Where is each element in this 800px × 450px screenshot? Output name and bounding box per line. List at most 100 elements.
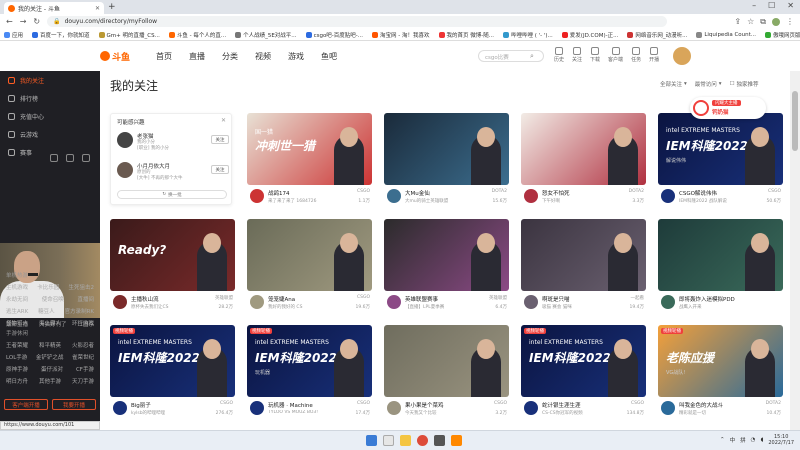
- close-window-icon[interactable]: ✕: [787, 1, 794, 10]
- follow-button[interactable]: 关注: [211, 135, 229, 144]
- nav-item[interactable]: 游戏: [288, 51, 304, 62]
- file-explorer-icon[interactable]: [400, 435, 411, 446]
- close-tab-icon[interactable]: ✕: [95, 5, 100, 12]
- new-tab-icon[interactable]: +: [108, 2, 116, 12]
- sidebar-category-link[interactable]: 和平精英: [39, 341, 61, 349]
- sidebar-item[interactable]: 排行榜: [0, 89, 100, 107]
- stream-card[interactable]: 果小果是个菜鸡 今天我又个比较 CSGO 3.2万: [384, 325, 509, 427]
- ime-mode[interactable]: 拼: [740, 436, 746, 444]
- user-toolbar-item[interactable]: 历史: [554, 47, 564, 63]
- stream-card[interactable]: intel EXTREME MASTERS IEM科隆2022 解说伟伟 CSGO解说…: [658, 113, 783, 215]
- sort-most-visited[interactable]: 最常访问 ▾: [695, 80, 722, 88]
- scrollbar-thumb[interactable]: [792, 91, 798, 151]
- sidebar-category-link[interactable]: 其他手游: [39, 377, 61, 385]
- search-input[interactable]: csgo比赛: [478, 50, 544, 62]
- stream-thumbnail[interactable]: [658, 219, 783, 291]
- user-toolbar-item[interactable]: 客户端: [608, 47, 623, 63]
- start-icon[interactable]: [366, 435, 377, 446]
- bookmark-item[interactable]: 应用: [4, 31, 23, 39]
- stream-thumbnail[interactable]: [384, 325, 509, 397]
- sidebar-category-link[interactable]: 主机游戏: [6, 283, 28, 291]
- live-badge[interactable]: 闪耀大主播 钙奶猫: [690, 97, 766, 119]
- star-icon[interactable]: ☆: [747, 17, 754, 26]
- avatar[interactable]: [387, 189, 401, 203]
- avatar[interactable]: [387, 401, 401, 415]
- tray-up-icon[interactable]: ⌃: [720, 437, 725, 443]
- user-toolbar-item[interactable]: 任务: [631, 47, 641, 63]
- stream-thumbnail[interactable]: 视频轮播 intel EXTREME MASTERS IEM科隆2022 玩机器: [247, 325, 372, 397]
- bookmark-item[interactable]: 哔哩哔哩 ( '- ')...: [503, 31, 553, 39]
- sidebar-category-link[interactable]: 天刀手游: [72, 377, 94, 385]
- menu-icon[interactable]: ⋮: [786, 17, 794, 26]
- avatar[interactable]: [250, 189, 264, 203]
- user-toolbar-item[interactable]: 关注: [572, 47, 582, 63]
- bookmark-item[interactable]: 淘宝网 - 淘！我喜欢: [372, 31, 430, 39]
- recommend-row[interactable]: 老张猫 我的小分 [职业] 我的小分 关注: [117, 130, 229, 152]
- avatar[interactable]: [524, 401, 538, 415]
- douyu-logo[interactable]: 斗鱼: [100, 48, 134, 64]
- search-taskbar-icon[interactable]: [383, 435, 394, 446]
- stream-thumbnail[interactable]: 视频轮播 老陈应援 VG战队!: [658, 325, 783, 397]
- sidebar-more-icon[interactable]: [82, 154, 90, 162]
- stream-thumbnail[interactable]: Ready?: [110, 219, 235, 291]
- sidebar-item[interactable]: 充值中心: [0, 107, 100, 125]
- close-icon[interactable]: ✕: [221, 117, 226, 124]
- stream-thumbnail[interactable]: [521, 113, 646, 185]
- scrollbar[interactable]: [790, 71, 800, 430]
- nav-item[interactable]: 直播: [189, 51, 205, 62]
- sidebar-category-link[interactable]: 使命召唤: [42, 295, 64, 303]
- sidebar-gift-icon[interactable]: [50, 154, 58, 162]
- minimize-icon[interactable]: –: [752, 1, 756, 10]
- avatar[interactable]: [113, 401, 127, 415]
- browser-tab[interactable]: 我的关注 - 斗鱼 ✕: [4, 2, 104, 14]
- bookmark-item[interactable]: csgo吧-百度贴吧-...: [305, 31, 363, 39]
- avatar[interactable]: [113, 295, 127, 309]
- sidebar-category-link[interactable]: 雀荣世纪: [72, 353, 94, 361]
- stream-card[interactable]: 视频轮播 intel EXTREME MASTERS IEM科隆2022 玩机器 玩机器…: [247, 325, 372, 427]
- user-avatar[interactable]: [673, 47, 691, 65]
- bookmark-item[interactable]: 我的首页 微博-随...: [438, 31, 494, 39]
- stream-thumbnail[interactable]: [521, 219, 646, 291]
- client-stream-button[interactable]: 客户端开播: [4, 399, 48, 410]
- bookmark-item[interactable]: 斗鱼 - 每个人的直...: [168, 31, 226, 39]
- sidebar-item[interactable]: 我的关注: [0, 71, 100, 89]
- back-icon[interactable]: ←: [6, 17, 13, 26]
- nav-item[interactable]: 视频: [255, 51, 271, 62]
- bookmark-item[interactable]: 爱发(JD.COM)-正...: [561, 31, 618, 39]
- avatar[interactable]: [250, 295, 264, 309]
- recommend-row[interactable]: 小月月依大月 原创的 [大牛] 不再的那个大牛 关注: [117, 160, 229, 182]
- ime-lang[interactable]: 中: [730, 436, 736, 444]
- stream-thumbnail[interactable]: [384, 219, 509, 291]
- bookmark-item[interactable]: Gm+ 明的直播_CS...: [98, 31, 160, 39]
- sidebar-category-link[interactable]: 糖豆人: [38, 307, 55, 315]
- share-icon[interactable]: ⇪: [734, 17, 741, 26]
- avatar[interactable]: [524, 295, 538, 309]
- stream-thumbnail[interactable]: [247, 219, 372, 291]
- reload-icon[interactable]: ↻: [33, 17, 40, 26]
- search-icon[interactable]: ⌕: [530, 52, 534, 61]
- sidebar-category-link[interactable]: CF手游: [76, 365, 94, 373]
- user-toolbar-item[interactable]: 下载: [590, 47, 600, 63]
- start-stream-button[interactable]: 我要开播: [52, 399, 96, 410]
- stream-thumbnail[interactable]: 视频轮播 intel EXTREME MASTERS IEM科隆2022: [110, 325, 235, 397]
- stream-card[interactable]: 即将轰炸入迷模拟PDD 战鹰入开来: [658, 219, 783, 321]
- sidebar-category-link[interactable]: 怪物猎人: [6, 319, 28, 327]
- stream-card[interactable]: 笼笼婕Ana 我好的我好的 CS CSGO 19.6万: [247, 219, 372, 321]
- extensions-icon[interactable]: ⧉: [760, 17, 766, 27]
- chrome-icon[interactable]: [417, 435, 428, 446]
- bookmark-item[interactable]: 网络音乐网_动漫听...: [627, 31, 687, 39]
- sidebar-game-icon[interactable]: [66, 154, 74, 162]
- stream-card[interactable]: 视频轮播 老陈应援 VG战队! 叫我金色的大战斗 精彩就是一切 DOTA2 10.4万: [658, 325, 783, 427]
- nav-item[interactable]: 首页: [156, 51, 172, 62]
- stream-thumbnail[interactable]: [384, 113, 509, 185]
- stream-card[interactable]: 视频轮播 intel EXTREME MASTERS IEM科隆2022 蛇计银生涯生…: [521, 325, 646, 427]
- nav-item[interactable]: 鱼吧: [321, 51, 337, 62]
- bookmark-item[interactable]: 个人战绩_5E对战平...: [235, 31, 297, 39]
- wifi-icon[interactable]: ◔: [751, 437, 756, 443]
- stream-card[interactable]: 大Mu金仙 大mu的骑士英雄联盟 DOTA2 15.6万: [384, 113, 509, 215]
- maximize-icon[interactable]: ☐: [768, 1, 775, 10]
- url-field[interactable]: 🔒 douyu.com/directory/myFollow: [47, 16, 668, 27]
- sidebar-category-link[interactable]: LOL手游: [6, 353, 27, 361]
- sort-exclusive[interactable]: ☐ 独家推荐: [730, 80, 759, 88]
- stream-card[interactable]: 国一猎 冲刺世一猎 战鸽174 来了来了来了 1684726 CSGO 1.1万: [247, 113, 372, 215]
